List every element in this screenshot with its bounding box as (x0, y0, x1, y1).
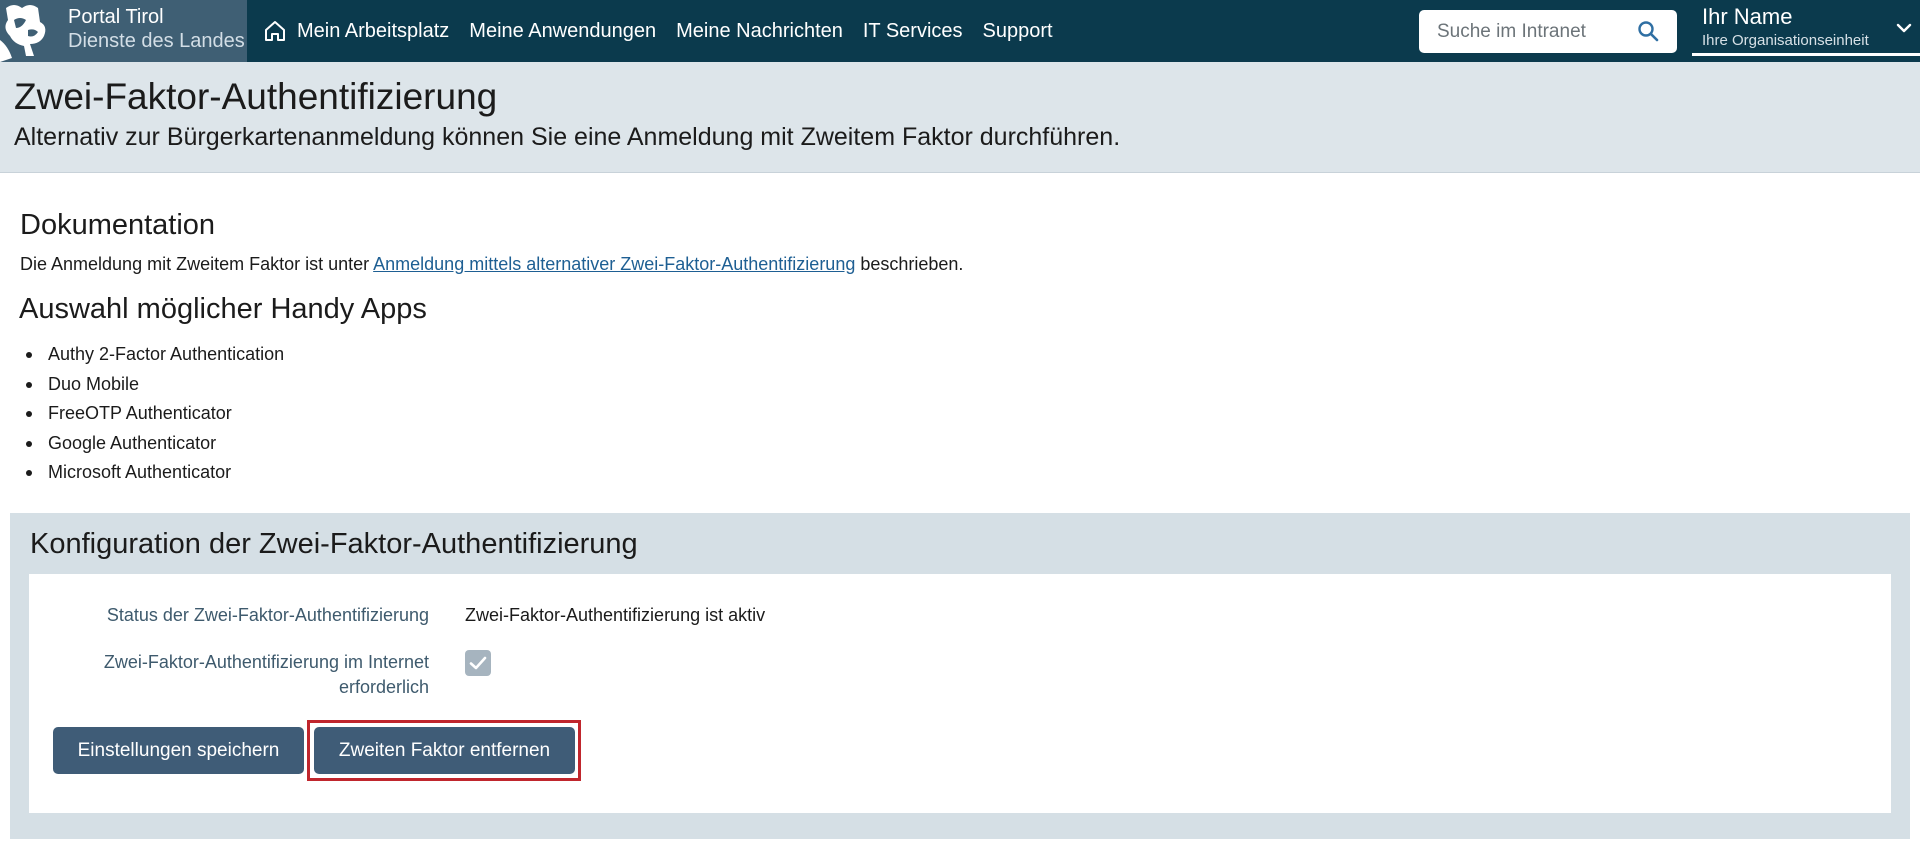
documentation-link[interactable]: Anmeldung mittels alternativer Zwei-Fakt… (373, 254, 855, 274)
nav-item-label: Support (982, 19, 1053, 42)
internet-required-checkbox[interactable] (465, 650, 491, 676)
checkmark-icon (469, 656, 487, 670)
internet-required-label: Zwei-Faktor-Authentifizierung im Interne… (104, 650, 429, 700)
documentation-heading: Dokumentation (20, 209, 216, 241)
status-value: Zwei-Faktor-Authentifizierung ist aktiv (465, 605, 766, 625)
status-label: Status der Zwei-Faktor-Authentifizierung (106, 605, 429, 625)
nav-item-it-services[interactable]: IT Services (863, 20, 963, 43)
user-name: Ihr Name (1702, 4, 1793, 29)
config-heading: Konfiguration der Zwei-Faktor-Authentifi… (30, 528, 638, 560)
nav-item-label: Meine Nachrichten (676, 19, 843, 42)
nav-item-label: Mein Arbeitsplatz (297, 19, 450, 42)
search-input[interactable] (1419, 10, 1629, 53)
nav-item-label: IT Services (862, 19, 963, 42)
top-bar: Portal Tirol Dienste des Landes Mein Arb… (0, 0, 1920, 62)
documentation-text-after: beschrieben. (855, 254, 964, 274)
list-item: Authy 2-Factor Authentication (25, 343, 284, 373)
page-subtitle: Alternativ zur Bürgerkartenanmeldung kön… (14, 123, 1121, 151)
apps-heading: Auswahl möglicher Handy Apps (19, 293, 427, 325)
list-item: Microsoft Authenticator (25, 461, 284, 491)
user-organisation: Ihre Organisationseinheit (1702, 32, 1869, 49)
user-menu[interactable]: Ihr Name Ihre Organisationseinheit (1692, 0, 1920, 62)
main-nav: Mein Arbeitsplatz Meine Anwendungen Mein… (263, 0, 1073, 62)
documentation-text-before: Die Anmeldung mit Zweitem Faktor ist unt… (20, 254, 374, 274)
internet-required-label-line2: erforderlich (338, 677, 429, 697)
list-item: Google Authenticator (25, 432, 284, 462)
config-form: Status der Zwei-Faktor-Authentifizierung… (29, 574, 1891, 813)
brand-logo-link[interactable]: Portal Tirol Dienste des Landes (0, 0, 247, 62)
list-item: FreeOTP Authenticator (25, 402, 284, 432)
internet-required-label-line1: Zwei-Faktor-Authentifizierung im Interne… (103, 652, 429, 672)
nav-item-support[interactable]: Support (983, 20, 1053, 43)
remove-second-factor-button[interactable]: Zweiten Faktor entfernen (314, 727, 575, 774)
apps-list: Authy 2-Factor Authentication Duo Mobile… (25, 343, 284, 491)
nav-item-meine-anwendungen[interactable]: Meine Anwendungen (469, 20, 656, 43)
list-item: Duo Mobile (25, 373, 284, 403)
documentation-text: Die Anmeldung mit Zweitem Faktor ist unt… (20, 254, 963, 275)
page-title: Zwei-Faktor-Authentifizierung (14, 76, 498, 117)
nav-item-meine-nachrichten[interactable]: Meine Nachrichten (676, 20, 843, 43)
search-icon[interactable] (1637, 20, 1659, 42)
eagle-logo-icon (0, 0, 62, 62)
nav-item-mein-arbeitsplatz[interactable]: Mein Arbeitsplatz (263, 19, 449, 43)
config-panel: Konfiguration der Zwei-Faktor-Authentifi… (10, 513, 1910, 839)
page-header: Zwei-Faktor-Authentifizierung Alternativ… (0, 62, 1920, 173)
home-icon (265, 21, 285, 41)
nav-item-label: Meine Anwendungen (469, 19, 657, 42)
save-settings-button[interactable]: Einstellungen speichern (53, 727, 304, 774)
chevron-down-icon (1896, 23, 1912, 33)
brand-subtitle: Dienste des Landes (68, 30, 245, 52)
brand-title: Portal Tirol (68, 6, 164, 28)
user-menu-underline (1692, 53, 1920, 56)
